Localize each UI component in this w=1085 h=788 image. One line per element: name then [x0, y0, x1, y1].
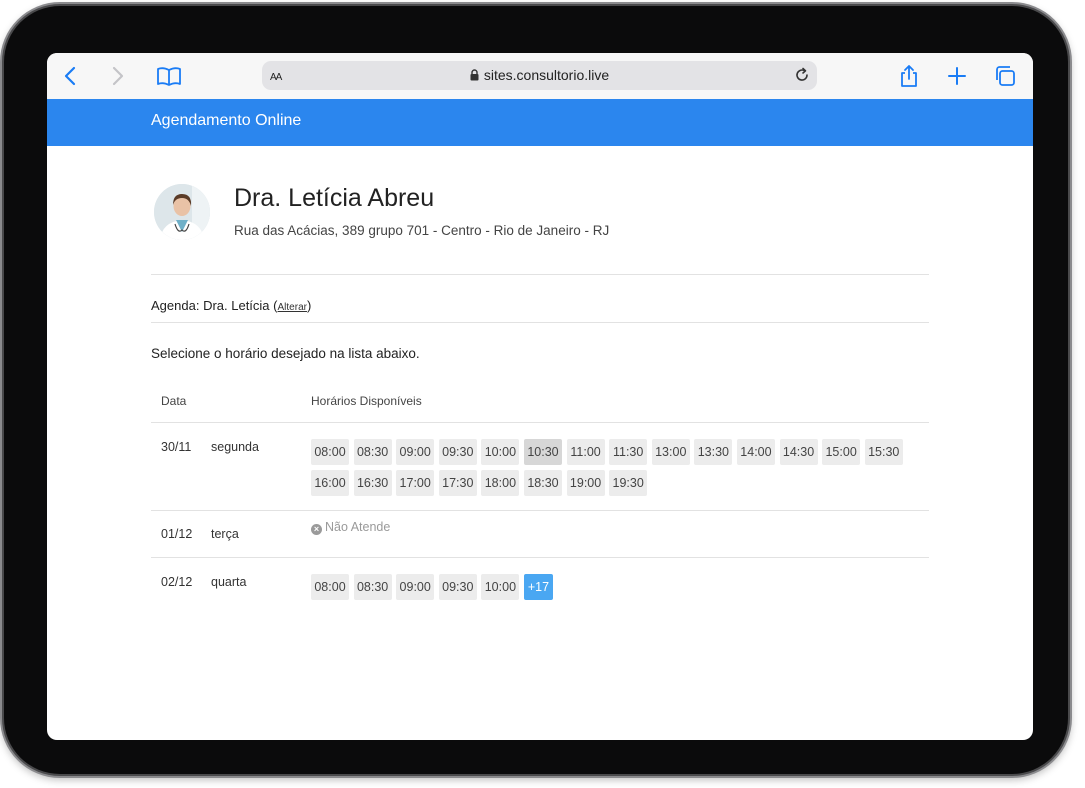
- browser-toolbar: AA sites.consultorio.live: [47, 53, 1033, 100]
- time-slot-button[interactable]: 14:30: [779, 439, 818, 465]
- row-date: 01/12: [161, 527, 193, 541]
- bookmarks-icon[interactable]: [156, 64, 181, 88]
- row-weekday: terça: [211, 527, 239, 541]
- time-slot-button[interactable]: 18:00: [481, 470, 520, 496]
- url-text: sites.consultorio.live: [483, 67, 610, 83]
- tabs-overview-icon[interactable]: [993, 64, 1017, 88]
- time-slot-button[interactable]: 09:30: [438, 439, 477, 465]
- time-slot-button[interactable]: 16:30: [353, 470, 392, 496]
- time-slot-button[interactable]: 15:00: [822, 439, 861, 465]
- time-slot-button[interactable]: 10:30: [523, 439, 562, 465]
- address-bar[interactable]: AA sites.consultorio.live: [262, 61, 817, 90]
- time-slot-button[interactable]: 13:00: [651, 439, 690, 465]
- agenda-label: Agenda: [151, 298, 196, 313]
- time-slot-button[interactable]: 09:30: [438, 574, 477, 600]
- time-slot-button[interactable]: 13:30: [694, 439, 733, 465]
- reload-icon[interactable]: [794, 67, 810, 88]
- time-slot-button[interactable]: 10:00: [481, 439, 520, 465]
- time-slot-button[interactable]: 08:00: [311, 439, 349, 465]
- agenda-line: Agenda: Dra. Letícia (Alterar): [151, 298, 312, 313]
- time-slot-button[interactable]: 18:30: [523, 470, 562, 496]
- row-date: 30/11: [161, 440, 192, 454]
- time-slot-button[interactable]: 09:00: [396, 439, 435, 465]
- time-slot-button[interactable]: 15:30: [864, 439, 903, 465]
- time-slot-button[interactable]: 17:00: [396, 470, 435, 496]
- more-slots-button[interactable]: +17: [523, 574, 553, 600]
- table-divider: [151, 510, 929, 511]
- time-slot-button[interactable]: 08:00: [311, 574, 349, 600]
- lock-icon: [470, 68, 479, 84]
- not-available-status: × Não Atende: [311, 520, 390, 535]
- time-slot-button[interactable]: 19:30: [609, 470, 648, 496]
- not-available-label: Não Atende: [325, 520, 391, 534]
- column-header-times: Horários Disponíveis: [311, 394, 422, 408]
- row-weekday: quarta: [211, 575, 247, 589]
- row-date: 02/12: [161, 575, 193, 589]
- table-divider: [151, 557, 929, 558]
- share-icon[interactable]: [897, 64, 921, 88]
- time-slot-button[interactable]: 17:30: [438, 470, 477, 496]
- time-slot-button[interactable]: 10:00: [481, 574, 520, 600]
- screen: AA sites.consultorio.live Agendamento On…: [47, 53, 1033, 740]
- doctor-avatar: [154, 184, 210, 240]
- back-icon[interactable]: [59, 64, 83, 88]
- tablet-frame: AA sites.consultorio.live Agendamento On…: [4, 6, 1068, 774]
- row-weekday: segunda: [211, 440, 259, 454]
- instruction-text: Selecione o horário desejado na lista ab…: [151, 346, 420, 361]
- change-agenda-link[interactable]: Alterar: [278, 302, 307, 313]
- divider: [151, 274, 929, 275]
- time-slot-button[interactable]: 19:00: [566, 470, 605, 496]
- forward-icon[interactable]: [105, 64, 129, 88]
- divider: [151, 322, 929, 323]
- time-slot-button[interactable]: 09:00: [396, 574, 435, 600]
- new-tab-icon[interactable]: [945, 64, 969, 88]
- doctor-name: Dra. Letícia Abreu: [234, 184, 435, 212]
- time-slot-button[interactable]: 16:00: [311, 470, 349, 496]
- table-divider: [151, 422, 929, 423]
- time-slot-button[interactable]: 08:30: [353, 574, 392, 600]
- column-header-date: Data: [161, 394, 187, 408]
- app-header: Agendamento Online: [47, 99, 1033, 146]
- app-title: Agendamento Online: [151, 112, 302, 129]
- time-slot-button[interactable]: 11:00: [566, 439, 605, 465]
- doctor-address: Rua das Acácias, 389 grupo 701 - Centro …: [234, 223, 610, 238]
- time-slot-button[interactable]: 11:30: [609, 439, 648, 465]
- slots-row-1: 08:00 08:30 09:00 09:30 10:00 10:30 11:00 11:30…: [311, 439, 911, 501]
- close-circle-icon: ×: [311, 524, 322, 535]
- time-slot-button[interactable]: 08:30: [353, 439, 392, 465]
- slots-row-3: 08:00 08:30 09:00 09:30 10:00 +17: [311, 574, 911, 605]
- time-slot-button[interactable]: 14:00: [736, 439, 775, 465]
- agenda-value: Dra. Letícia: [203, 298, 270, 313]
